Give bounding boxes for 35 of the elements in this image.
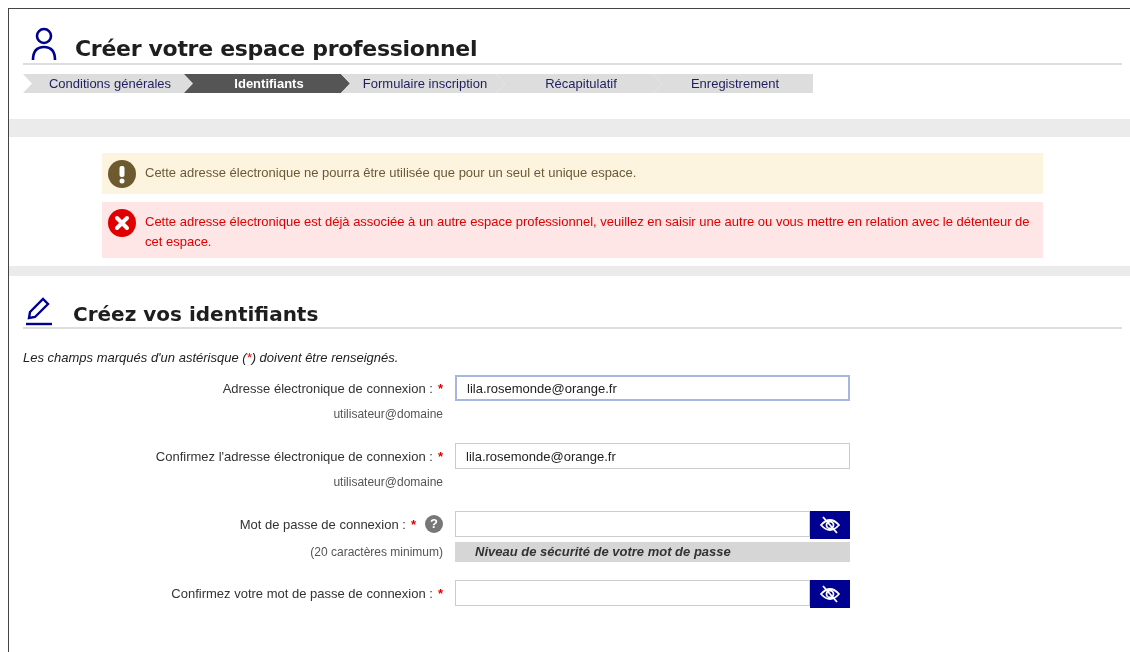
- alert-message: Cette adresse électronique est déjà associée à un autre espace professionnel, veuillez en saisir une autre ou vous mettre en relation avec le détenteur de cet espace.: [145, 213, 1031, 251]
- required-asterisk: *: [437, 585, 443, 601]
- email-field[interactable]: lila.rosemonde@orange.fr: [455, 443, 850, 469]
- eye-slash-icon: [819, 584, 841, 604]
- password-field[interactable]: [455, 580, 810, 606]
- step-tab[interactable]: Identifiants: [184, 74, 350, 93]
- field-hint: (20 caractères minimum): [309, 545, 443, 561]
- required-asterisk: *: [410, 516, 416, 532]
- pencil-icon: [25, 296, 53, 326]
- field-label: Adresse électronique de connexion :: [222, 380, 433, 396]
- exclamation-icon: [108, 160, 136, 188]
- required-fields-note: Les champs marqués d'un astérisque (*) doivent être renseignés.: [23, 350, 400, 365]
- email-field[interactable]: lila.rosemonde@orange.fr: [455, 375, 850, 401]
- step-tab[interactable]: Formulaire inscription: [341, 74, 505, 93]
- section-title: Créez vos identifiants: [73, 302, 319, 326]
- close-circle-icon: [108, 209, 136, 237]
- required-asterisk: *: [437, 380, 443, 396]
- person-icon: [31, 27, 57, 61]
- step-tab[interactable]: Conditions générales: [23, 74, 193, 93]
- step-tab[interactable]: Enregistrement: [653, 74, 813, 93]
- alert-message: Cette adresse électronique ne pourra être utilisée que pour un seul et unique espace.: [145, 164, 637, 182]
- show-password-button[interactable]: [810, 511, 850, 539]
- password-strength-bar: Niveau de sécurité de votre mot de passe: [455, 542, 850, 562]
- field-label: Confirmez l'adresse électronique de connexion :: [155, 448, 433, 464]
- page-title: Créer votre espace professionnel: [75, 36, 478, 61]
- field-label: Mot de passe de connexion :: [239, 516, 406, 532]
- step-tab[interactable]: Récapitulatif: [496, 74, 662, 93]
- help-icon[interactable]: ?: [425, 515, 443, 533]
- field-hint: utilisateur@domaine: [332, 407, 443, 421]
- show-password-button[interactable]: [810, 580, 850, 608]
- field-hint: utilisateur@domaine: [332, 475, 443, 489]
- field-label: Confirmez votre mot de passe de connexion :: [171, 585, 433, 601]
- password-field[interactable]: [455, 511, 810, 537]
- required-asterisk: *: [437, 448, 443, 464]
- eye-slash-icon: [819, 515, 841, 535]
